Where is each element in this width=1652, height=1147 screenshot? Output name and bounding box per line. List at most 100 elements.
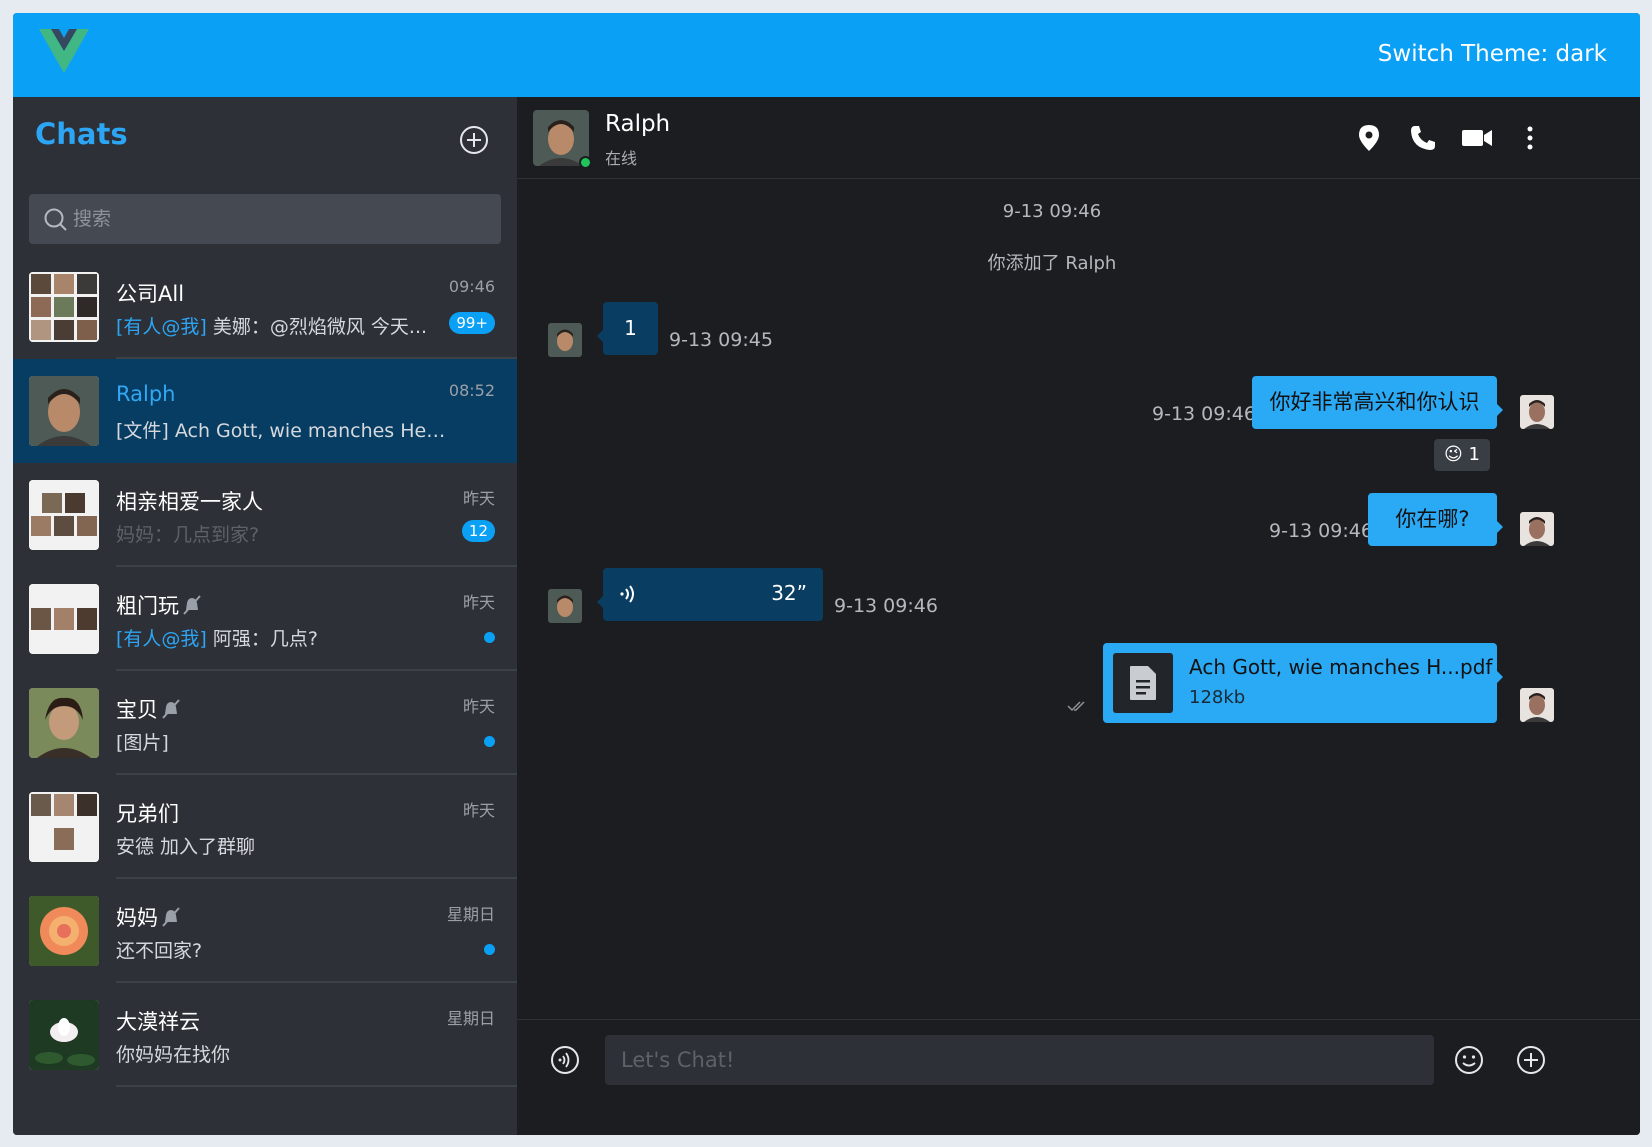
unread-badge: 12 — [461, 520, 495, 542]
chat-time: 昨天 — [462, 593, 495, 612]
mute-icon — [162, 907, 180, 927]
chat-preview: [有人@我] 美娜：@烈焰微风 今天... — [116, 312, 446, 339]
group-avatar — [29, 480, 99, 550]
chat-name: Ralph — [116, 382, 176, 406]
mention-tag: [有人@我] — [116, 316, 207, 338]
chat-item-baobei[interactable]: 宝贝 昨天 [图片] — [13, 671, 517, 775]
add-chat-icon[interactable] — [458, 124, 490, 156]
group-avatar — [29, 584, 99, 654]
chat-preview: 安德 加入了群聊 — [116, 836, 256, 858]
contact-avatar[interactable] — [548, 323, 582, 357]
chat-preview-text: 阿强：几点? — [206, 628, 318, 650]
system-notice: 你添加了 Ralph — [987, 253, 1117, 274]
chat-name: 妈妈 — [116, 902, 182, 932]
message-list: 9-13 09:46 你添加了 Ralph 1 9-13 09:45 9-13 … — [517, 179, 1640, 1019]
chat-name: 宝贝 — [116, 694, 182, 724]
file-name: Ach Gott, wie manches H...pdf — [1189, 655, 1493, 679]
chat-panel: Ralph 在线 9-13 09:46 你添加了 Ralph 1 9-13 09… — [517, 97, 1640, 1135]
contact-avatar — [29, 688, 99, 758]
chat-item-damo[interactable]: 大漠祥云 星期日 你妈妈在找你 — [13, 983, 517, 1087]
contact-avatar — [29, 896, 99, 966]
my-avatar[interactable] — [1520, 512, 1554, 546]
chat-preview: 妈妈：几点到家? — [116, 524, 260, 546]
top-bar: Switch Theme: dark — [13, 13, 1640, 97]
unread-dot — [484, 736, 495, 747]
group-avatar — [29, 272, 99, 342]
my-avatar[interactable] — [1520, 395, 1554, 429]
my-avatar[interactable] — [1520, 688, 1554, 722]
chat-name: 兄弟们 — [116, 802, 179, 826]
app-window: Switch Theme: dark Chats 搜索 公司All 09:46 … — [13, 13, 1640, 1135]
chat-preview: [有人@我] 阿强：几点? — [116, 624, 446, 651]
message-bubble[interactable]: 你好非常高兴和你认识 — [1252, 376, 1503, 429]
voice-input-icon[interactable] — [549, 1044, 581, 1076]
chat-header: Ralph 在线 — [517, 97, 1640, 179]
search-icon — [44, 208, 67, 231]
chat-time: 昨天 — [462, 697, 495, 716]
message-time: 9-13 09:45 — [669, 329, 773, 351]
message-time: 9-13 09:46 — [1152, 403, 1256, 425]
chat-preview: 你妈妈在找你 — [116, 1044, 231, 1066]
more-options-icon[interactable] — [1515, 123, 1545, 153]
file-thumbnail — [1113, 653, 1173, 713]
contact-name: Ralph — [605, 111, 671, 137]
chat-time: 星期日 — [446, 905, 495, 924]
chat-item-brothers[interactable]: 兄弟们 昨天 安德 加入了群聊 — [13, 775, 517, 879]
system-timestamp: 9-13 09:46 — [1002, 201, 1102, 222]
chat-name: 粗门玩 — [116, 590, 203, 620]
chat-item-family[interactable]: 相亲相爱一家人 昨天 妈妈：几点到家? 12 — [13, 463, 517, 567]
file-message-bubble[interactable]: Ach Gott, wie manches H...pdf 128kb — [1103, 643, 1503, 723]
chat-time: 08:52 — [448, 381, 495, 400]
chat-preview: 还不回家? — [116, 940, 203, 962]
phone-icon[interactable] — [1408, 123, 1438, 153]
video-call-icon[interactable] — [1460, 123, 1494, 153]
contact-avatar[interactable] — [548, 589, 582, 623]
voice-wave-icon — [620, 585, 634, 603]
location-pin-icon[interactable] — [1354, 123, 1384, 153]
search-box — [29, 194, 501, 244]
contact-avatar — [29, 376, 99, 446]
reaction-count: 1 — [1468, 444, 1480, 465]
unread-dot — [484, 632, 495, 643]
voice-duration: 32” — [771, 581, 807, 605]
chat-time: 星期日 — [446, 1009, 495, 1028]
chat-preview: [图片] — [116, 732, 169, 754]
sidebar-title: Chats — [35, 117, 128, 151]
chat-preview-text: 美娜：@烈焰微风 今天... — [206, 316, 428, 338]
chat-name: 公司All — [116, 282, 185, 306]
chat-item-company-all[interactable]: 公司All 09:46 [有人@我] 美娜：@烈焰微风 今天... 99+ — [13, 255, 517, 359]
mute-icon — [183, 595, 201, 615]
chat-name: 大漠祥云 — [116, 1010, 200, 1034]
voice-message-bubble[interactable]: 32” — [597, 568, 823, 621]
message-bubble[interactable]: 你在哪? — [1368, 493, 1503, 546]
file-size: 128kb — [1189, 687, 1246, 708]
emoji-icon[interactable] — [1453, 1044, 1485, 1076]
switch-theme-button[interactable]: Switch Theme: dark — [1378, 41, 1607, 67]
contact-status: 在线 — [605, 149, 638, 168]
input-bar — [517, 1019, 1640, 1135]
chat-list: 公司All 09:46 [有人@我] 美娜：@烈焰微风 今天... 99+ Ra… — [13, 255, 517, 1087]
chat-item-ralph[interactable]: Ralph 08:52 [文件] Ach Gott, wie manches H… — [13, 359, 517, 463]
wink-emoji-icon: 😉 — [1444, 444, 1463, 465]
add-attachment-icon[interactable] — [1515, 1044, 1547, 1076]
message-time: 9-13 09:46 — [1269, 520, 1373, 542]
chat-preview: [文件] Ach Gott, wie manches Herz... — [116, 420, 446, 442]
unread-badge: 99+ — [449, 312, 495, 334]
chat-item-cumenwan[interactable]: 粗门玩 昨天 [有人@我] 阿强：几点? — [13, 567, 517, 671]
message-time: 9-13 09:46 — [834, 595, 938, 617]
vue-logo — [39, 29, 89, 73]
online-indicator — [579, 156, 592, 169]
chat-item-mama[interactable]: 妈妈 星期日 还不回家? — [13, 879, 517, 983]
message-input[interactable] — [605, 1035, 1434, 1085]
chat-name: 相亲相爱一家人 — [116, 490, 263, 514]
message-bubble[interactable]: 1 — [597, 302, 658, 355]
search-input[interactable] — [73, 194, 493, 244]
read-receipt-icon — [1067, 701, 1085, 712]
mute-icon — [162, 699, 180, 719]
reaction-chip[interactable]: 😉 1 — [1434, 439, 1490, 471]
chat-sidebar: Chats 公司All 09:46 — [13, 97, 517, 1135]
chat-time: 昨天 — [462, 801, 495, 820]
chat-time: 09:46 — [448, 277, 495, 296]
group-avatar — [29, 792, 99, 862]
mention-tag: [有人@我] — [116, 628, 207, 650]
